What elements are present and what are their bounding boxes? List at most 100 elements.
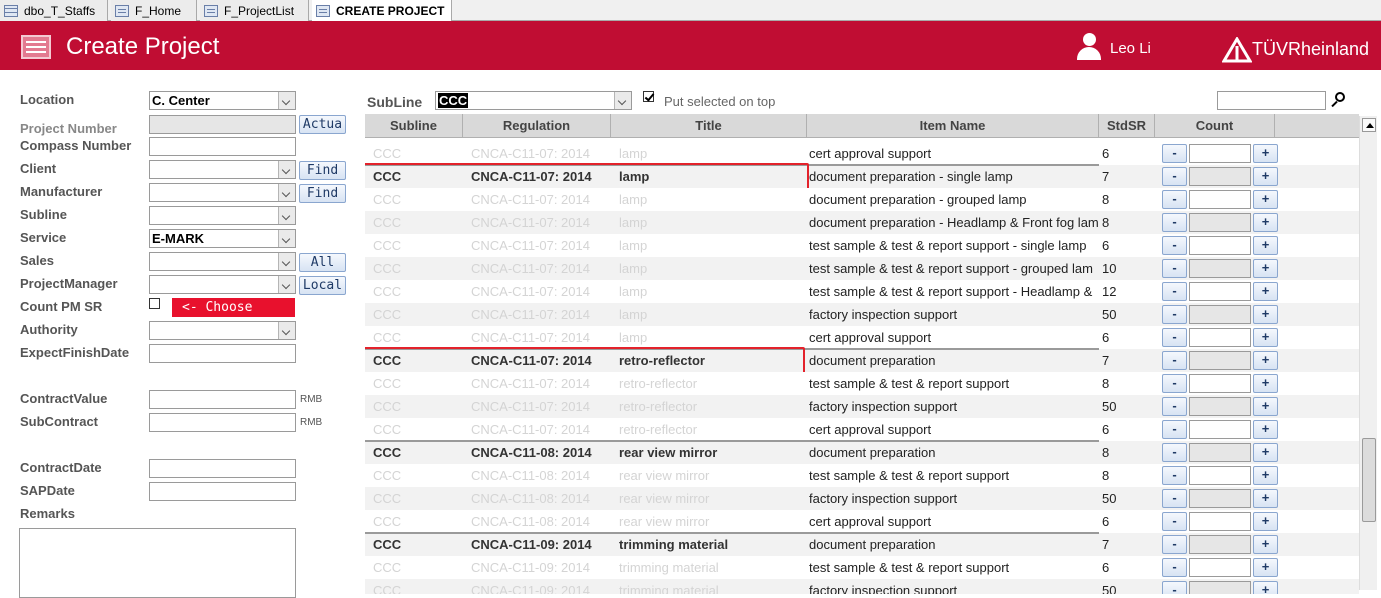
all-sales-button[interactable]: All — [299, 253, 346, 272]
manufacturer-select[interactable] — [149, 183, 296, 202]
project-manager-select[interactable] — [149, 275, 296, 294]
increment-count-button[interactable]: + — [1253, 305, 1278, 324]
chevron-down-icon[interactable] — [614, 92, 631, 109]
count-field[interactable] — [1189, 328, 1251, 347]
count-field[interactable] — [1189, 397, 1251, 416]
chevron-down-icon[interactable] — [278, 92, 295, 109]
chevron-down-icon[interactable] — [278, 322, 295, 339]
decrement-count-button[interactable]: - — [1162, 535, 1187, 554]
tab-f-projectlist[interactable]: F_ProjectList — [200, 0, 309, 21]
decrement-count-button[interactable]: - — [1162, 305, 1187, 324]
count-field[interactable] — [1189, 213, 1251, 232]
increment-count-button[interactable]: + — [1253, 535, 1278, 554]
decrement-count-button[interactable]: - — [1162, 466, 1187, 485]
count-field[interactable] — [1189, 259, 1251, 278]
authority-select[interactable] — [149, 321, 296, 340]
contract-value-field[interactable] — [149, 390, 296, 409]
count-field[interactable] — [1189, 489, 1251, 508]
count-field[interactable] — [1189, 374, 1251, 393]
search-input[interactable] — [1217, 91, 1326, 110]
count-field[interactable] — [1189, 581, 1251, 594]
column-header-item-name[interactable]: Item Name — [807, 114, 1099, 138]
column-header-stdsr[interactable]: StdSR — [1099, 114, 1155, 138]
vertical-scrollbar[interactable] — [1359, 116, 1377, 590]
chevron-down-icon[interactable] — [278, 207, 295, 224]
decrement-count-button[interactable]: - — [1162, 489, 1187, 508]
scroll-up-icon[interactable] — [1362, 118, 1376, 132]
client-select[interactable] — [149, 160, 296, 179]
compass-number-field[interactable] — [149, 137, 296, 156]
service-select[interactable]: E-MARK — [149, 229, 296, 248]
decrement-count-button[interactable]: - — [1162, 328, 1187, 347]
scroll-thumb[interactable] — [1362, 438, 1376, 522]
sap-date-field[interactable] — [149, 482, 296, 501]
increment-count-button[interactable]: + — [1253, 420, 1278, 439]
decrement-count-button[interactable]: - — [1162, 581, 1187, 594]
count-field[interactable] — [1189, 466, 1251, 485]
location-select[interactable]: C. Center — [149, 91, 296, 110]
chevron-down-icon[interactable] — [278, 276, 295, 293]
increment-count-button[interactable]: + — [1253, 190, 1278, 209]
local-pm-button[interactable]: Local — [299, 276, 346, 295]
increment-count-button[interactable]: + — [1253, 236, 1278, 255]
decrement-count-button[interactable]: - — [1162, 558, 1187, 577]
decrement-count-button[interactable]: - — [1162, 443, 1187, 462]
count-field[interactable] — [1189, 558, 1251, 577]
increment-count-button[interactable]: + — [1253, 374, 1278, 393]
search-icon[interactable] — [1329, 91, 1347, 109]
contract-date-field[interactable] — [149, 459, 296, 478]
increment-count-button[interactable]: + — [1253, 328, 1278, 347]
sub-contract-field[interactable] — [149, 413, 296, 432]
find-manufacturer-button[interactable]: Find — [299, 184, 346, 203]
tab-create-project[interactable]: CREATE PROJECT — [312, 0, 452, 22]
tab-f-home[interactable]: F_Home — [111, 0, 197, 21]
subline-filter-select[interactable]: CCC — [435, 91, 632, 110]
increment-count-button[interactable]: + — [1253, 558, 1278, 577]
subline-select[interactable] — [149, 206, 296, 225]
count-field[interactable] — [1189, 167, 1251, 186]
increment-count-button[interactable]: + — [1253, 282, 1278, 301]
decrement-count-button[interactable]: - — [1162, 259, 1187, 278]
increment-count-button[interactable]: + — [1253, 144, 1278, 163]
decrement-count-button[interactable]: - — [1162, 236, 1187, 255]
chevron-down-icon[interactable] — [278, 253, 295, 270]
decrement-count-button[interactable]: - — [1162, 213, 1187, 232]
decrement-count-button[interactable]: - — [1162, 512, 1187, 531]
decrement-count-button[interactable]: - — [1162, 420, 1187, 439]
increment-count-button[interactable]: + — [1253, 397, 1278, 416]
count-field[interactable] — [1189, 144, 1251, 163]
tab-dbo-t-staffs[interactable]: dbo_T_Staffs — [0, 0, 108, 21]
increment-count-button[interactable]: + — [1253, 512, 1278, 531]
count-field[interactable] — [1189, 512, 1251, 531]
put-selected-checkbox[interactable] — [643, 91, 654, 102]
decrement-count-button[interactable]: - — [1162, 144, 1187, 163]
sales-select[interactable] — [149, 252, 296, 271]
decrement-count-button[interactable]: - — [1162, 190, 1187, 209]
remarks-textarea[interactable] — [19, 528, 296, 598]
count-field[interactable] — [1189, 236, 1251, 255]
count-pm-sr-checkbox[interactable] — [149, 298, 160, 309]
increment-count-button[interactable]: + — [1253, 489, 1278, 508]
column-header-count[interactable]: Count — [1155, 114, 1275, 138]
increment-count-button[interactable]: + — [1253, 581, 1278, 594]
expect-finish-date-field[interactable] — [149, 344, 296, 363]
decrement-count-button[interactable]: - — [1162, 282, 1187, 301]
chevron-down-icon[interactable] — [278, 184, 295, 201]
column-header-regulation[interactable]: Regulation — [463, 114, 611, 138]
count-field[interactable] — [1189, 535, 1251, 554]
decrement-count-button[interactable]: - — [1162, 374, 1187, 393]
increment-count-button[interactable]: + — [1253, 466, 1278, 485]
increment-count-button[interactable]: + — [1253, 351, 1278, 370]
decrement-count-button[interactable]: - — [1162, 397, 1187, 416]
chevron-down-icon[interactable] — [278, 230, 295, 247]
decrement-count-button[interactable]: - — [1162, 167, 1187, 186]
count-field[interactable] — [1189, 351, 1251, 370]
actual-button[interactable]: Actua — [299, 115, 346, 134]
chevron-down-icon[interactable] — [278, 161, 295, 178]
increment-count-button[interactable]: + — [1253, 167, 1278, 186]
increment-count-button[interactable]: + — [1253, 259, 1278, 278]
increment-count-button[interactable]: + — [1253, 443, 1278, 462]
count-field[interactable] — [1189, 282, 1251, 301]
count-field[interactable] — [1189, 305, 1251, 324]
column-header-subline[interactable]: Subline — [365, 114, 463, 138]
